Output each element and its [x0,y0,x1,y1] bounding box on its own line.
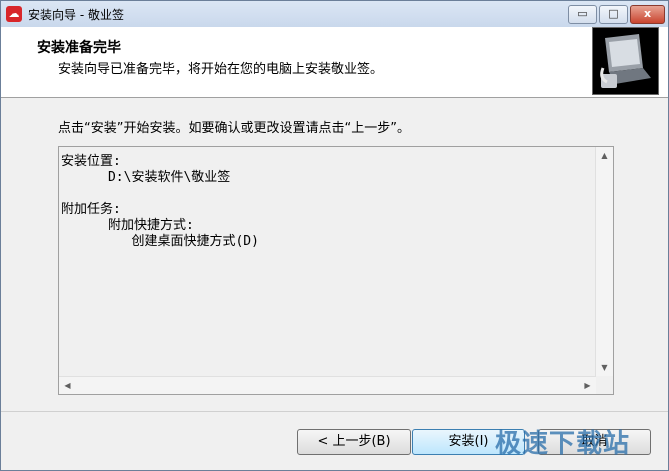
horizontal-scrollbar[interactable]: ◀ ▶ [59,376,596,394]
wizard-header: 安装准备完毕 安装向导已准备完毕，将开始在您的电脑上安装敬业签。 [1,27,668,98]
title-bar[interactable]: ☁ 安装向导 - 敬业签 ▭ □ x [1,1,668,27]
memo-line: 创建桌面快捷方式(D) [61,234,259,249]
scroll-right-icon[interactable]: ▶ [579,381,596,390]
maximize-icon: □ [608,7,619,20]
settings-summary-memo[interactable]: 安装位置: D:\安装软件\敬业签 附加任务: 附加快捷方式: 创建桌面快捷方式… [58,146,614,395]
maximize-button[interactable]: □ [599,5,628,24]
footer-divider [1,411,668,412]
minimize-icon: ▭ [577,7,588,20]
installer-window: ☁ 安装向导 - 敬业签 ▭ □ x 安装准备完毕 安装向导已准备完毕，将开始在… [0,0,669,471]
scrollbar-corner [596,377,613,394]
instruction-text: 点击“安装”开始安装。如要确认或更改设置请点击“上一步”。 [58,121,410,136]
close-icon: x [643,7,652,20]
memo-line: D:\安装软件\敬业签 [61,170,231,185]
vertical-scrollbar[interactable]: ▲ ▼ [595,147,613,376]
window-title: 安装向导 - 敬业签 [28,8,124,22]
page-title: 安装准备完毕 [37,40,121,56]
minimize-button[interactable]: ▭ [568,5,597,24]
watermark: 极速下载站 [495,429,631,459]
app-logo-icon: ☁ [6,6,22,22]
scroll-left-icon[interactable]: ◀ [59,381,76,390]
close-button[interactable]: x [630,5,665,24]
page-subtitle: 安装向导已准备完毕，将开始在您的电脑上安装敬业签。 [58,62,384,77]
scroll-up-icon[interactable]: ▲ [596,151,613,160]
scroll-down-icon[interactable]: ▼ [596,363,613,372]
back-button[interactable]: < 上一步(B) [297,429,411,455]
computer-installer-icon [592,27,659,95]
